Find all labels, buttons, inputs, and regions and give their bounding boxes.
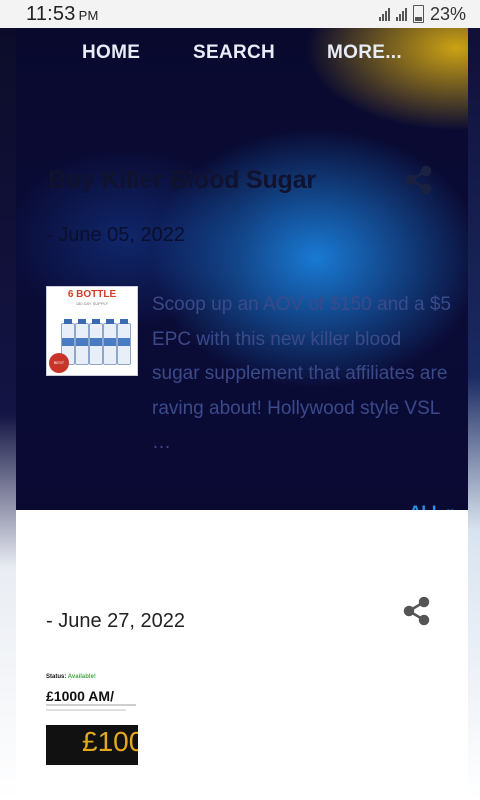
status-time-value: 11:53	[26, 2, 76, 25]
view-all-link[interactable]: ALL »	[409, 502, 456, 510]
bottle-graphic	[75, 319, 89, 365]
status-bar: 11:53 PM 23%	[0, 0, 480, 28]
thumbnail-status: Status: Available!	[46, 674, 96, 680]
post-date: - June 05, 2022	[46, 224, 185, 246]
nav-more[interactable]: MORE...	[327, 42, 402, 64]
post-card-2: - June 27, 2022 Status: Available! £1000…	[16, 510, 468, 800]
thumbnail-badge: BEST VALUE	[49, 353, 69, 373]
thumbnail-status-value: Available!	[67, 674, 96, 680]
nav-search[interactable]: SEARCH	[193, 42, 275, 64]
bottle-graphic	[117, 319, 131, 365]
status-time: 11:53 PM	[26, 3, 98, 26]
signal-icon-2	[395, 7, 407, 21]
status-indicators: 23%	[378, 3, 466, 25]
share-icon-2[interactable]	[402, 596, 432, 626]
bottle-graphic	[103, 319, 117, 365]
thumbnail-headline-2: £1000 AM/	[46, 688, 114, 704]
thumbnail-divider	[46, 709, 126, 711]
thumbnail-headline: 6 BOTTLE	[67, 289, 117, 300]
post-date-2: - June 27, 2022	[46, 610, 185, 632]
thumbnail-price: £100	[82, 726, 138, 757]
nav-home[interactable]: HOME	[82, 42, 140, 64]
status-ampm: PM	[78, 7, 99, 23]
side-backdrop-left	[0, 28, 16, 800]
post-thumbnail-2[interactable]: Status: Available! £1000 AM/ £100	[46, 670, 138, 766]
post-thumbnail[interactable]: 6 BOTTLE 180 DAY SUPPLY BEST VALUE	[46, 286, 138, 376]
thumbnail-divider	[46, 704, 136, 706]
side-backdrop-right	[466, 28, 480, 800]
hero-post: HOME SEARCH MORE... Buy Killer Blood Sug…	[16, 28, 468, 510]
thumbnail-subline: 180 DAY SUPPLY	[75, 301, 109, 306]
thumbnail-status-label: Status:	[46, 674, 67, 680]
share-icon[interactable]	[404, 165, 434, 195]
battery-percent: 23%	[429, 3, 466, 24]
signal-icon	[378, 7, 390, 21]
bottle-graphic	[89, 319, 103, 365]
post-title[interactable]: Buy Killer Blood Sugar	[48, 166, 316, 195]
post-excerpt: Scoop up an AOV of $150 and a $5 EPC wit…	[152, 294, 451, 453]
battery-icon	[412, 5, 424, 23]
